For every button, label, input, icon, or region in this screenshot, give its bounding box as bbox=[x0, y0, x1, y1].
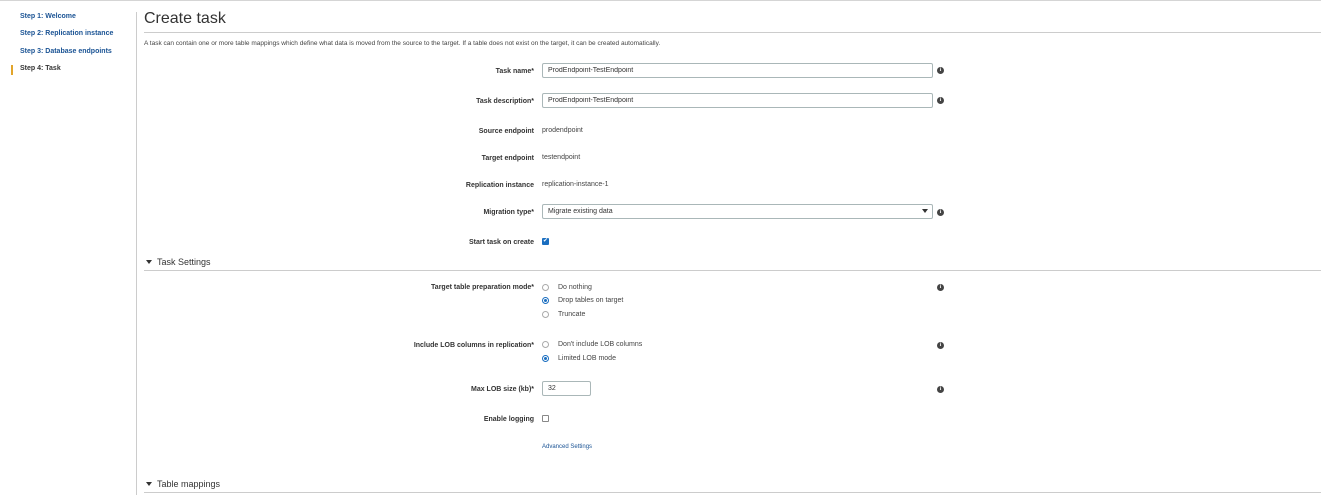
prep-mode-radio-drop-tables[interactable] bbox=[542, 297, 549, 304]
target-endpoint-label: Target endpoint bbox=[481, 155, 534, 162]
source-endpoint-value: prodendpoint bbox=[542, 127, 583, 134]
chevron-down-icon bbox=[922, 209, 928, 213]
sidebar-divider bbox=[136, 12, 137, 495]
lob-columns-label: Include LOB columns in replication* bbox=[413, 342, 534, 349]
lob-info-icon[interactable]: i bbox=[937, 342, 944, 349]
caret-down-icon bbox=[146, 260, 152, 265]
prep-mode-radio-do-nothing[interactable] bbox=[542, 284, 549, 291]
task-name-label: Task name* bbox=[495, 68, 534, 75]
task-settings-title: Task Settings bbox=[157, 257, 211, 267]
task-description-input[interactable] bbox=[542, 93, 933, 108]
caret-down-icon bbox=[146, 482, 152, 487]
task-description-info-icon[interactable]: i bbox=[937, 97, 944, 104]
lob-radio-limited[interactable] bbox=[542, 355, 549, 362]
title-divider bbox=[144, 32, 1321, 33]
target-endpoint-value: testendpoint bbox=[542, 154, 581, 161]
step-3-link[interactable]: Step 3: Database endpoints bbox=[20, 48, 112, 55]
lob-option-label: Don't include LOB columns bbox=[558, 341, 643, 348]
page-title: Create task bbox=[144, 10, 226, 27]
wizard-sidebar: Step 1: Welcome Step 2: Replication inst… bbox=[0, 1, 136, 495]
migration-type-value: Migrate existing data bbox=[548, 208, 613, 215]
max-lob-info-icon[interactable]: i bbox=[937, 386, 944, 393]
advanced-settings-link[interactable]: Advanced Settings bbox=[542, 444, 592, 450]
task-settings-divider bbox=[144, 270, 1321, 271]
start-task-checkbox[interactable] bbox=[542, 237, 549, 245]
max-lob-input[interactable] bbox=[542, 381, 591, 396]
prep-mode-option-label: Drop tables on target bbox=[558, 297, 624, 304]
prep-mode-label: Target table preparation mode* bbox=[431, 284, 534, 291]
prep-mode-radio-truncate[interactable] bbox=[542, 311, 549, 318]
enable-logging-checkbox[interactable] bbox=[542, 415, 549, 422]
migration-type-info-icon[interactable]: i bbox=[937, 209, 944, 216]
migration-type-select[interactable]: Migrate existing data bbox=[542, 204, 933, 219]
step-2-link[interactable]: Step 2: Replication instance bbox=[20, 30, 113, 37]
step-1-link[interactable]: Step 1: Welcome bbox=[20, 13, 76, 20]
migration-type-label: Migration type* bbox=[483, 209, 534, 216]
enable-logging-label: Enable logging bbox=[483, 416, 534, 423]
task-settings-toggle[interactable]: Task Settings bbox=[144, 257, 211, 267]
table-mappings-toggle[interactable]: Table mappings bbox=[144, 479, 220, 489]
lob-radio-dont-include[interactable] bbox=[542, 341, 549, 348]
start-task-label: Start task on create bbox=[469, 239, 534, 246]
table-mappings-title: Table mappings bbox=[157, 479, 221, 489]
prep-mode-option-label: Truncate bbox=[558, 311, 586, 318]
table-mappings-divider bbox=[144, 492, 1321, 493]
intro-text: A task can contain one or more table map… bbox=[144, 40, 661, 47]
max-lob-label: Max LOB size (kb)* bbox=[470, 386, 534, 393]
task-description-label: Task description* bbox=[476, 98, 534, 105]
active-step-indicator bbox=[11, 65, 13, 75]
prep-mode-option-label: Do nothing bbox=[558, 284, 592, 291]
replication-instance-value: replication-instance-1 bbox=[542, 181, 609, 188]
task-name-input[interactable] bbox=[542, 63, 933, 78]
task-name-info-icon[interactable]: i bbox=[937, 67, 944, 74]
step-4-link[interactable]: Step 4: Task bbox=[20, 65, 61, 72]
replication-instance-label: Replication instance bbox=[465, 182, 534, 189]
lob-option-label: Limited LOB mode bbox=[558, 355, 616, 362]
prep-mode-info-icon[interactable]: i bbox=[937, 284, 944, 291]
source-endpoint-label: Source endpoint bbox=[478, 128, 534, 135]
create-task-form: Create task A task can contain one or mo… bbox=[144, 1, 1321, 495]
